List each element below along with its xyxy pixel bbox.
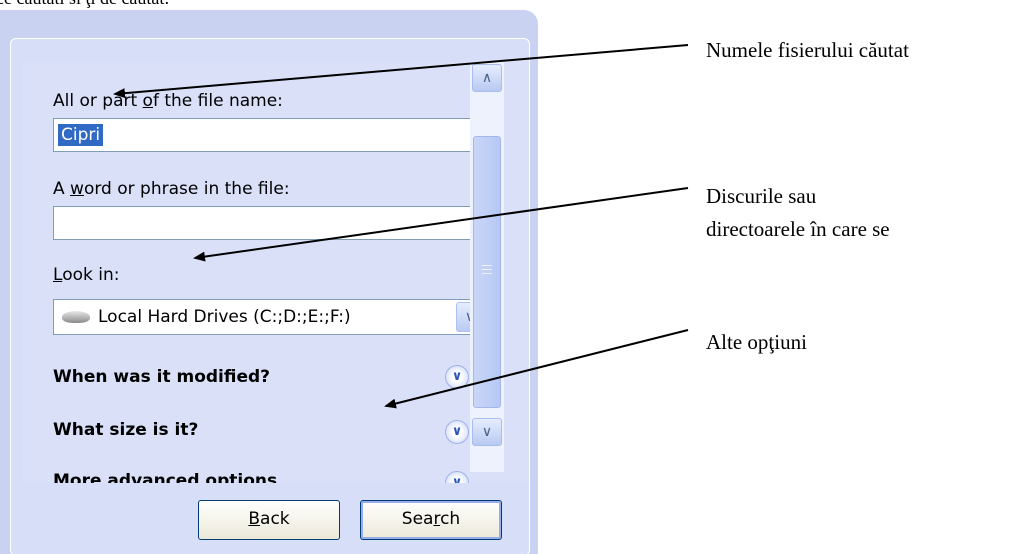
- arrow-file-name: [113, 44, 689, 99]
- arrow-options: [384, 329, 689, 409]
- arrow-look-in: [193, 187, 689, 262]
- annotation-arrows: [113, 44, 689, 409]
